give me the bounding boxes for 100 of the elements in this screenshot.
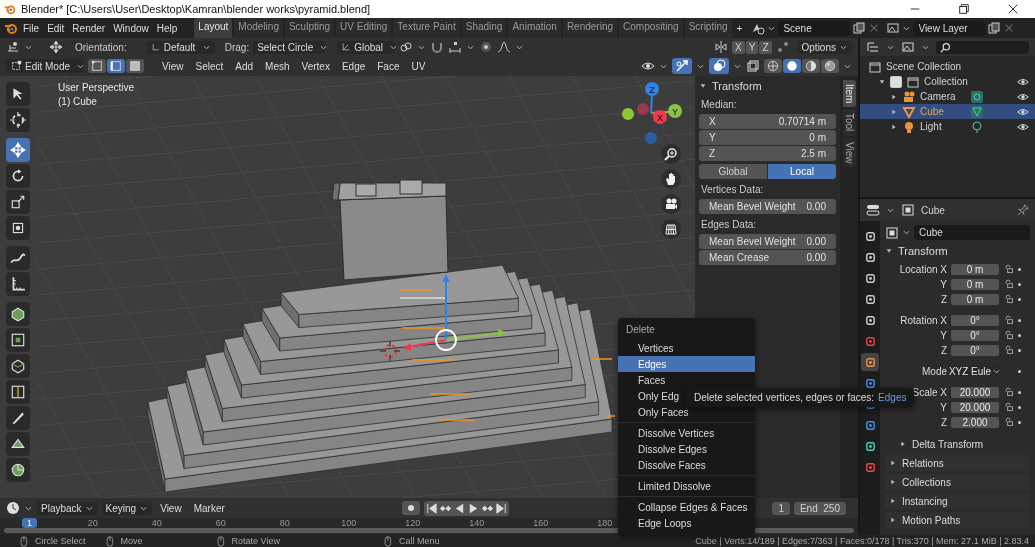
menu-item[interactable]: Faces — [618, 372, 755, 388]
number-field[interactable]: 0 m — [951, 278, 999, 290]
number-field[interactable]: 0 m — [951, 263, 999, 275]
end-frame-field[interactable]: End 250 — [793, 501, 846, 515]
snap-increment-icon[interactable] — [448, 40, 463, 54]
space-toggle[interactable]: Local — [768, 164, 836, 179]
lock-icon[interactable] — [1003, 263, 1014, 275]
number-field[interactable]: 0° — [951, 344, 999, 356]
sidebar-tab[interactable]: Item — [842, 80, 856, 108]
copy-icon[interactable] — [852, 21, 867, 35]
tool-button[interactable] — [6, 190, 30, 214]
pivot-icon[interactable] — [6, 40, 20, 54]
menu-item[interactable]: File — [20, 20, 43, 36]
mesh-data-icon[interactable] — [970, 104, 984, 119]
navigation-gizmo-drawing[interactable]: Z Y X — [622, 82, 682, 144]
options-dropdown[interactable]: Options — [797, 40, 852, 54]
view-layer-field[interactable]: View Layer — [913, 20, 986, 36]
image-stack-icon[interactable] — [886, 21, 901, 35]
lock-icon[interactable] — [1003, 344, 1014, 356]
visibility-icon[interactable] — [641, 59, 655, 73]
header-menu[interactable]: Edge — [337, 59, 370, 73]
header-menu[interactable]: Add — [231, 59, 258, 73]
start-frame-field[interactable]: 1 — [772, 501, 790, 515]
timeline-menu[interactable]: Playback — [37, 501, 98, 515]
number-field[interactable]: 20.000 — [951, 401, 999, 413]
menu-item[interactable]: Collapse Edges & Faces — [618, 499, 755, 515]
workspace-tab[interactable]: Compositing — [619, 18, 683, 38]
display-mode-icon[interactable] — [866, 40, 880, 54]
keyframe-dot-icon[interactable] — [1018, 420, 1021, 424]
value-field[interactable]: Mean Bevel Weight 0.00 — [699, 199, 836, 214]
coordinate-field[interactable]: Y 0 m — [699, 130, 836, 145]
lock-icon[interactable] — [1003, 386, 1014, 398]
menu-item[interactable]: Render — [69, 20, 109, 36]
jump-start-icon[interactable] — [424, 501, 438, 515]
mirror-icon[interactable] — [714, 40, 729, 54]
search-field[interactable] — [936, 40, 1029, 54]
mirror-axis-toggle[interactable]: Y — [745, 40, 759, 54]
coordinate-field[interactable]: Z 2.5 m — [699, 146, 836, 161]
xray-icon[interactable] — [746, 59, 760, 73]
workspace-tab[interactable]: Modeling — [234, 18, 283, 38]
menu-item[interactable]: Limited Dissolve — [618, 478, 755, 494]
workspace-tab[interactable]: Texture Paint — [393, 18, 460, 38]
workspace-tab[interactable]: Animation — [508, 18, 561, 38]
transform-gizmo-drawing[interactable] — [399, 274, 507, 351]
header-menu[interactable]: Select — [191, 59, 228, 73]
select-mode-button[interactable] — [126, 59, 144, 73]
collapsed-panel[interactable]: Motion Paths — [885, 512, 1030, 528]
tool-button[interactable] — [6, 354, 30, 378]
shading-mode-button[interactable] — [802, 59, 820, 73]
tool-button[interactable] — [6, 108, 30, 132]
header-menu[interactable]: Face — [373, 59, 404, 73]
workspace-tab[interactable]: Scripting — [684, 18, 732, 38]
tool-button[interactable] — [6, 432, 30, 456]
workspace-tab[interactable]: Rendering — [562, 18, 618, 38]
sidebar-tab[interactable]: View — [842, 137, 856, 168]
falloff-curve-icon[interactable] — [497, 40, 512, 54]
overlays-icon[interactable] — [712, 59, 726, 73]
tool-button[interactable] — [6, 216, 30, 240]
tool-button[interactable] — [6, 406, 30, 430]
object-name-field[interactable]: Cube — [914, 225, 1030, 240]
lock-icon[interactable] — [1003, 293, 1014, 305]
select-mode-button[interactable] — [88, 59, 106, 73]
magnet-icon[interactable] — [430, 40, 445, 54]
workspace-tab[interactable]: Sculpting — [284, 18, 335, 38]
header-menu[interactable]: UV — [407, 59, 430, 73]
header-menu[interactable]: View — [158, 59, 188, 73]
keyframe-dot-icon[interactable] — [1018, 369, 1021, 373]
timeline-menu[interactable]: Keying — [101, 501, 153, 515]
keyframe-dot-icon[interactable] — [1018, 267, 1021, 271]
workspace-tab[interactable]: UV Editing — [336, 18, 392, 38]
gizmo-icon[interactable] — [675, 59, 689, 73]
copy-icon[interactable] — [987, 21, 1002, 35]
number-field[interactable]: 2.000 — [951, 416, 999, 428]
sidebar-tab[interactable]: Tool — [842, 109, 856, 136]
camera-view-button[interactable] — [661, 194, 681, 214]
proportional-edit-icon[interactable] — [479, 40, 494, 54]
tool-button[interactable] — [6, 302, 30, 326]
tree-item[interactable]: Cube — [920, 106, 966, 117]
clock-icon[interactable] — [6, 501, 20, 515]
menu-item[interactable]: Dissolve Edges — [618, 441, 755, 457]
number-field[interactable]: 0 m — [951, 293, 999, 305]
restore-button[interactable] — [958, 3, 970, 15]
workspace-tab[interactable]: Shading — [461, 18, 507, 38]
number-field[interactable]: 0° — [951, 314, 999, 326]
space-toggle[interactable]: Global — [699, 164, 767, 179]
orientation-dropdown[interactable]: Default — [146, 40, 215, 54]
menu-item[interactable]: Vertices — [618, 340, 755, 356]
keyframe-dot-icon[interactable] — [1018, 348, 1021, 352]
number-field[interactable]: 20.000 — [951, 386, 999, 398]
shading-mode-button[interactable] — [821, 59, 839, 73]
workspace-tab[interactable]: Layout — [194, 18, 233, 38]
tool-button[interactable] — [6, 164, 30, 188]
camera-data-icon[interactable] — [970, 89, 984, 104]
mode-dropdown[interactable]: XYZ Eule — [951, 365, 999, 377]
scene-field[interactable]: Scene — [778, 20, 851, 36]
lock-icon[interactable] — [1003, 314, 1014, 326]
transform-orientation-dropdown[interactable]: Global — [337, 40, 396, 54]
keyframe-dot-icon[interactable] — [1018, 390, 1021, 394]
keyframe-dot-icon[interactable] — [1018, 405, 1021, 409]
tree-item[interactable]: Collection — [924, 76, 968, 87]
